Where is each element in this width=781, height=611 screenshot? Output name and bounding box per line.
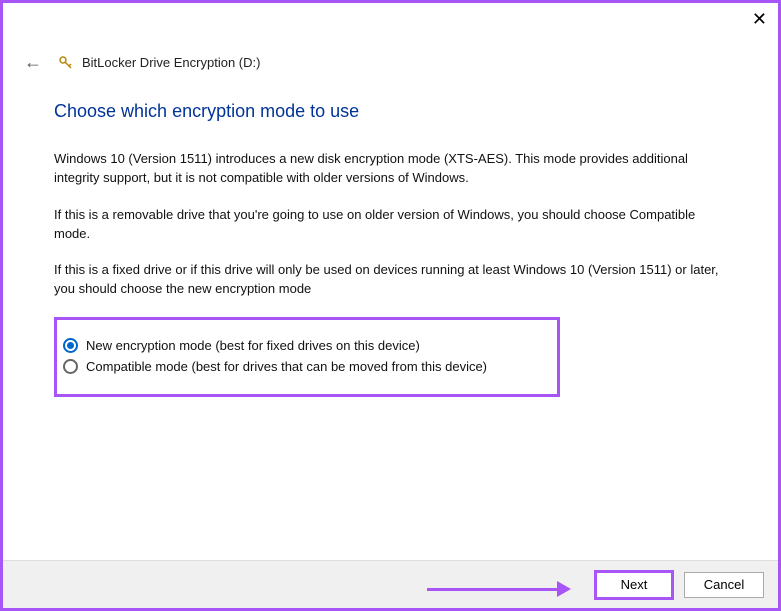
encryption-mode-options: New encryption mode (best for fixed driv…: [54, 317, 560, 397]
radio-label-compatible-mode: Compatible mode (best for drives that ca…: [86, 359, 487, 374]
arrow-head-icon: [557, 581, 571, 597]
cancel-button[interactable]: Cancel: [684, 572, 764, 598]
paragraph-intro: Windows 10 (Version 1511) introduces a n…: [54, 150, 724, 188]
radio-button-icon: [63, 359, 78, 374]
page-heading: Choose which encryption mode to use: [54, 101, 741, 122]
bitlocker-key-icon: [58, 55, 74, 71]
window-title: BitLocker Drive Encryption (D:): [82, 55, 260, 70]
radio-new-encryption-mode[interactable]: New encryption mode (best for fixed driv…: [63, 338, 549, 353]
arrow-line: [427, 588, 557, 591]
next-button[interactable]: Next: [594, 570, 674, 600]
paragraph-removable: If this is a removable drive that you're…: [54, 206, 724, 244]
header: ← BitLocker Drive Encryption (D:): [0, 0, 781, 73]
footer: Next Cancel: [3, 560, 778, 608]
content-area: Choose which encryption mode to use Wind…: [0, 73, 781, 397]
paragraph-fixed: If this is a fixed drive or if this driv…: [54, 261, 724, 299]
radio-selected-dot: [67, 342, 74, 349]
close-button[interactable]: ✕: [752, 10, 767, 28]
radio-label-new-mode: New encryption mode (best for fixed driv…: [86, 338, 420, 353]
radio-compatible-mode[interactable]: Compatible mode (best for drives that ca…: [63, 359, 549, 374]
radio-button-icon: [63, 338, 78, 353]
annotation-arrow: [427, 581, 571, 597]
back-arrow-icon[interactable]: ←: [24, 52, 42, 73]
